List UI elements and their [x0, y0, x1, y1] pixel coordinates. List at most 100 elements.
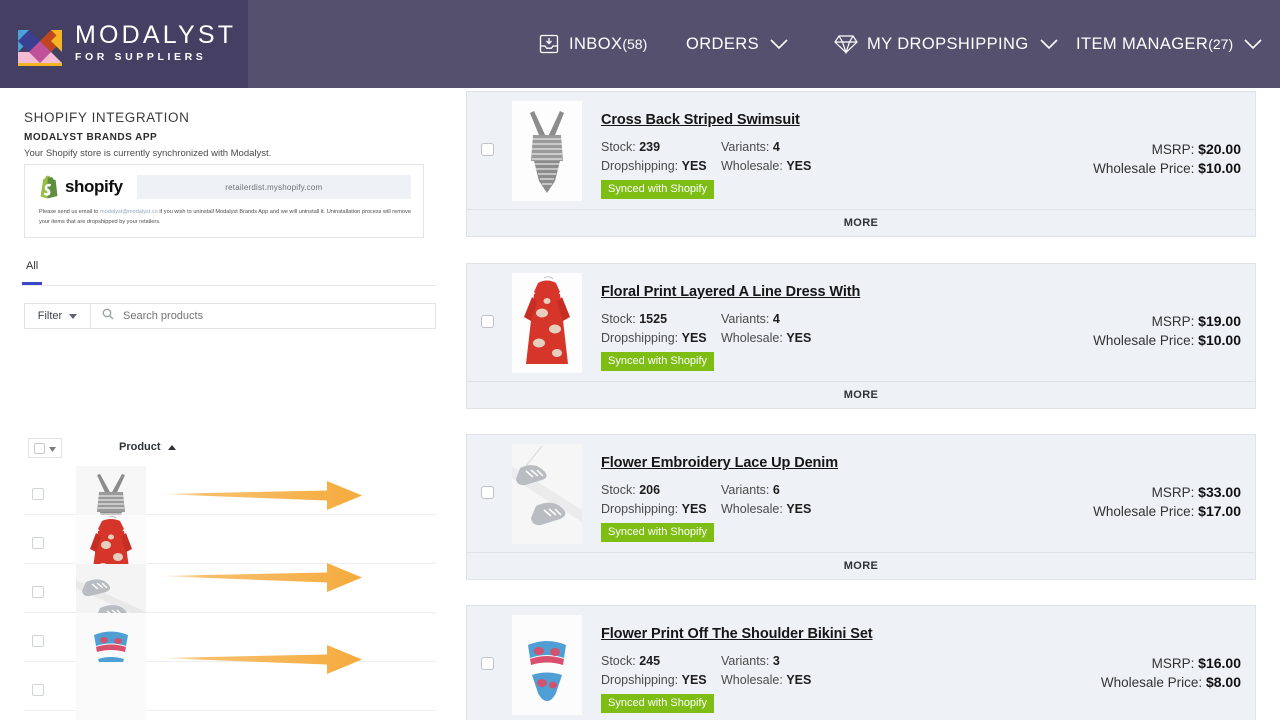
- product-dropshipping-label: Dropshipping:: [601, 331, 678, 345]
- product-wholesale-price-value: $17.00: [1198, 503, 1241, 519]
- product-msrp-value: $19.00: [1198, 313, 1241, 329]
- brand-tagline: FOR SUPPLIERS: [75, 49, 236, 66]
- product-msrp-value: $33.00: [1198, 484, 1241, 500]
- more-button[interactable]: MORE: [467, 552, 1255, 579]
- product-card-body: Floral Print Layered A Line Dress With S…: [467, 264, 1255, 381]
- product-wholesale-price-value: $10.00: [1198, 160, 1241, 176]
- product-variants-label: Variants:: [721, 312, 769, 326]
- brand-name: MODALYST: [75, 22, 236, 48]
- product-wholesale-value: YES: [786, 673, 811, 687]
- product-tabs: All: [22, 256, 436, 286]
- product-wholesale-price-label: Wholesale Price:: [1093, 333, 1194, 348]
- filter-button[interactable]: Filter: [25, 304, 91, 328]
- chevron-down-icon: [1040, 39, 1058, 50]
- select-all-dropdown[interactable]: [28, 438, 62, 458]
- row-checkbox[interactable]: [32, 684, 44, 696]
- product-dropshipping: Dropshipping: YES: [601, 159, 707, 173]
- product-msrp-value: $20.00: [1198, 141, 1241, 157]
- product-stock-value: 1525: [639, 312, 667, 326]
- status-badge[interactable]: Synced with Shopify: [601, 180, 714, 199]
- product-msrp: MSRP: $20.00: [1152, 141, 1241, 157]
- row-checkbox[interactable]: [32, 537, 44, 549]
- product-wholesale: Wholesale: YES: [721, 502, 811, 516]
- product-variants-value: 4: [773, 140, 780, 154]
- nav-label-item-manager: ITEM MANAGER: [1076, 35, 1208, 54]
- product-dropshipping-value: YES: [682, 673, 707, 687]
- shopify-wordmark: shopify: [65, 177, 123, 197]
- status-badge[interactable]: Synced with Shopify: [601, 352, 714, 371]
- support-email-link[interactable]: modalyst@modalyst.co: [100, 209, 158, 215]
- more-button[interactable]: MORE: [467, 209, 1255, 236]
- more-button[interactable]: MORE: [467, 381, 1255, 408]
- product-card-body: Flower Embroidery Lace Up Denim Stock: 2…: [467, 435, 1255, 552]
- product-wholesale-price: Wholesale Price: $10.00: [1093, 332, 1241, 348]
- nav-item-inbox[interactable]: INBOX (58): [538, 33, 647, 55]
- product-msrp-label: MSRP:: [1152, 314, 1195, 329]
- shopify-bag-icon: [39, 175, 61, 199]
- product-thumbnail-swimsuit: [512, 101, 582, 201]
- product-variants-label: Variants:: [721, 140, 769, 154]
- product-wholesale-price-label: Wholesale Price:: [1093, 504, 1194, 519]
- row-checkbox[interactable]: [32, 586, 44, 598]
- inbox-tray-icon: [538, 33, 560, 55]
- status-badge[interactable]: Synced with Shopify: [601, 523, 714, 542]
- row-checkbox[interactable]: [32, 635, 44, 647]
- product-checkbox[interactable]: [481, 315, 494, 328]
- nav-item-my-dropshipping[interactable]: MY DROPSHIPPING: [834, 34, 1058, 54]
- product-wholesale: Wholesale: YES: [721, 331, 811, 345]
- nav-item-orders[interactable]: ORDERS: [686, 35, 788, 54]
- product-stock-label: Stock:: [601, 312, 636, 326]
- product-stock-label: Stock:: [601, 483, 636, 497]
- product-stock: Stock: 206: [601, 483, 660, 497]
- product-variants-value: 3: [773, 654, 780, 668]
- product-dropshipping: Dropshipping: YES: [601, 673, 707, 687]
- status-badge[interactable]: Synced with Shopify: [601, 694, 714, 713]
- product-variants-label: Variants:: [721, 654, 769, 668]
- modalyst-logo-icon: [18, 22, 62, 66]
- product-checkbox[interactable]: [481, 657, 494, 670]
- uninstall-note-before: Please send us email to: [39, 209, 100, 215]
- product-title[interactable]: Cross Back Striped Swimsuit: [601, 112, 800, 128]
- search-area: [91, 304, 435, 328]
- panel-title: SHOPIFY INTEGRATION: [24, 110, 189, 125]
- product-checkbox[interactable]: [481, 486, 494, 499]
- diamond-icon: [834, 34, 858, 54]
- product-wholesale: Wholesale: YES: [721, 673, 811, 687]
- product-card: Flower Embroidery Lace Up Denim Stock: 2…: [466, 434, 1256, 580]
- store-url-field[interactable]: retailerdist.myshopify.com: [137, 175, 411, 199]
- product-msrp-value: $16.00: [1198, 655, 1241, 671]
- product-variants-value: 6: [773, 483, 780, 497]
- product-title[interactable]: Flower Embroidery Lace Up Denim: [601, 455, 838, 471]
- chevron-down-icon: [1244, 39, 1262, 50]
- product-checkbox[interactable]: [481, 143, 494, 156]
- brand-logo-text: MODALYST FOR SUPPLIERS: [75, 22, 236, 66]
- product-msrp: MSRP: $33.00: [1152, 484, 1241, 500]
- thumbnail-strip: [76, 466, 146, 720]
- brand-logo[interactable]: MODALYST FOR SUPPLIERS: [0, 0, 248, 88]
- select-all-checkbox[interactable]: [34, 443, 45, 454]
- nav-item-item-manager[interactable]: ITEM MANAGER (27): [1076, 35, 1262, 54]
- tab-all[interactable]: All: [22, 260, 42, 285]
- row-checkbox[interactable]: [32, 488, 44, 500]
- product-variants: Variants: 4: [721, 140, 780, 154]
- uninstall-note: Please send us email to modalyst@modalys…: [39, 208, 411, 228]
- product-variants: Variants: 4: [721, 312, 780, 326]
- product-title[interactable]: Floral Print Layered A Line Dress With: [601, 284, 860, 300]
- product-title[interactable]: Flower Print Off The Shoulder Bikini Set: [601, 626, 873, 642]
- product-msrp-label: MSRP:: [1152, 485, 1195, 500]
- product-dropshipping-label: Dropshipping:: [601, 502, 678, 516]
- filter-search-bar: Filter: [24, 303, 436, 329]
- product-wholesale-value: YES: [786, 159, 811, 173]
- product-stock: Stock: 1525: [601, 312, 667, 326]
- product-stock-value: 206: [639, 483, 660, 497]
- shopify-integration-panel: SHOPIFY INTEGRATION MODALYST BRANDS APP …: [0, 88, 452, 720]
- product-stock: Stock: 239: [601, 140, 660, 154]
- product-variants: Variants: 3: [721, 654, 780, 668]
- column-header-product[interactable]: Product: [119, 441, 176, 453]
- product-wholesale-label: Wholesale:: [721, 331, 783, 345]
- search-input[interactable]: [123, 310, 435, 322]
- product-wholesale-label: Wholesale:: [721, 159, 783, 173]
- nav-label-my-dropshipping: MY DROPSHIPPING: [867, 35, 1029, 54]
- product-wholesale-label: Wholesale:: [721, 502, 783, 516]
- product-thumbnail-bikini: [512, 615, 582, 715]
